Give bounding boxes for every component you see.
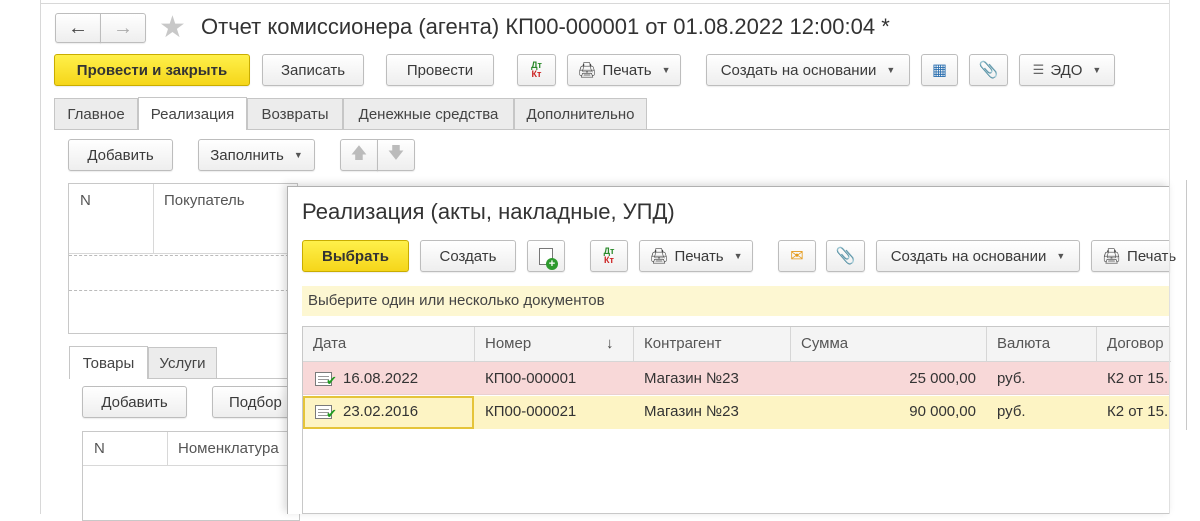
column-header-buyer[interactable]: Покупатель bbox=[164, 192, 245, 209]
dialog-title: Реализация (акты, накладные, УПД) bbox=[302, 199, 675, 224]
create-button[interactable]: Создать bbox=[420, 240, 516, 272]
attach-button[interactable]: 📎 bbox=[826, 240, 865, 272]
create-based-on-button[interactable]: Создать на основании ▼ bbox=[706, 54, 910, 86]
column-divider bbox=[633, 327, 634, 362]
arrow-down-icon: 🡇 bbox=[387, 144, 405, 162]
post-and-close-button[interactable]: Провести и закрыть bbox=[54, 54, 250, 86]
printer-icon: 🖨 bbox=[649, 248, 669, 265]
cell-counterparty: Магазин №23 bbox=[644, 403, 739, 420]
email-button[interactable]: ✉ bbox=[778, 240, 816, 272]
column-header-n[interactable]: N bbox=[80, 192, 91, 209]
print-button[interactable]: 🖨 Печать ▼ bbox=[639, 240, 753, 272]
column-divider bbox=[474, 327, 475, 362]
cell-contract: К2 от 15. bbox=[1107, 370, 1169, 387]
cell-number: КП00-000021 bbox=[485, 403, 577, 420]
chevron-down-icon: ▼ bbox=[293, 150, 303, 160]
sort-descending-icon[interactable]: ↓ bbox=[606, 335, 614, 352]
add-goods-button[interactable]: Добавить bbox=[82, 386, 187, 418]
column-divider bbox=[167, 432, 168, 466]
arrow-left-icon: ← bbox=[68, 16, 88, 39]
move-up-button[interactable]: 🡅 bbox=[340, 139, 378, 171]
cell-sum: 25 000,00 bbox=[909, 370, 976, 387]
print-button-2[interactable]: 🖨 Печать bbox=[1091, 240, 1176, 272]
cell-date: 16.08.2022 bbox=[343, 370, 419, 387]
add-button[interactable]: Добавить bbox=[68, 139, 173, 171]
printer-icon: 🖨 bbox=[577, 62, 597, 79]
fill-button[interactable]: Заполнить ▼ bbox=[198, 139, 315, 171]
dt-kt-icon: Дт Кт bbox=[531, 60, 542, 79]
structure-icon: ▦ bbox=[931, 62, 948, 79]
right-edge-line bbox=[1169, 0, 1170, 514]
window-left-border bbox=[40, 0, 41, 514]
chevron-down-icon: ▼ bbox=[886, 65, 896, 75]
checkmark-icon: ✔ bbox=[326, 373, 337, 388]
checkmark-icon: ✔ bbox=[326, 406, 337, 421]
column-divider bbox=[790, 327, 791, 362]
add-document-icon: + bbox=[539, 247, 558, 270]
realization-table: N Покупатель bbox=[68, 183, 299, 334]
tab-money[interactable]: Денежные средства bbox=[343, 98, 514, 129]
back-button[interactable]: ← bbox=[55, 13, 101, 43]
column-header-n[interactable]: N bbox=[94, 440, 105, 457]
chevron-down-icon: ▼ bbox=[1056, 251, 1066, 261]
save-button[interactable]: Записать bbox=[262, 54, 364, 86]
printer-icon: 🖨 bbox=[1102, 248, 1122, 265]
tab-main[interactable]: Главное bbox=[54, 98, 138, 129]
tab-realization[interactable]: Реализация bbox=[138, 97, 247, 130]
tab-additional[interactable]: Дополнительно bbox=[514, 98, 647, 129]
chevron-down-icon: ▼ bbox=[1092, 65, 1102, 75]
column-divider bbox=[153, 184, 154, 254]
goods-table: N Номенклатура bbox=[82, 431, 301, 521]
print-button[interactable]: 🖨 Печать ▼ bbox=[567, 54, 681, 86]
tab-goods[interactable]: Товары bbox=[69, 346, 148, 379]
plus-icon: + bbox=[546, 257, 558, 270]
dt-kt-button[interactable]: Дт Кт bbox=[590, 240, 628, 272]
cell-contract: К2 от 15. bbox=[1107, 403, 1169, 420]
dt-kt-button[interactable]: Дт Кт bbox=[517, 54, 556, 86]
column-divider bbox=[986, 327, 987, 362]
column-header-nomenclature[interactable]: Номенклатура bbox=[178, 440, 279, 457]
attach-button[interactable]: 📎 bbox=[969, 54, 1008, 86]
select-button[interactable]: Выбрать bbox=[302, 240, 409, 272]
arrow-up-icon: 🡅 bbox=[350, 144, 368, 162]
column-header-date[interactable]: Дата bbox=[313, 335, 346, 352]
create-based-on-button[interactable]: Создать на основании ▼ bbox=[876, 240, 1080, 272]
paperclip-icon: 📎 bbox=[978, 62, 999, 79]
move-down-button[interactable]: 🡇 bbox=[377, 139, 415, 171]
tab-returns[interactable]: Возвраты bbox=[247, 98, 343, 129]
hint-text: Выберите один или несколько документов bbox=[308, 292, 605, 309]
favorite-star-icon[interactable]: ★ bbox=[159, 13, 186, 43]
cell-currency: руб. bbox=[997, 370, 1026, 387]
edo-button[interactable]: ☰ ЭДО ▼ bbox=[1019, 54, 1115, 86]
edo-icon: ☰ bbox=[1032, 62, 1045, 77]
tab-services[interactable]: Услуги bbox=[148, 347, 217, 378]
arrow-right-icon: → bbox=[113, 16, 133, 39]
table-row[interactable]: ✔ 23.02.2016 КП00-000021 Магазин №23 90 … bbox=[303, 396, 1170, 429]
column-header-sum[interactable]: Сумма bbox=[801, 335, 848, 352]
cell-date: 23.02.2016 bbox=[343, 403, 419, 420]
column-header-counterparty[interactable]: Контрагент bbox=[644, 335, 722, 352]
window-top-border bbox=[40, 3, 1170, 4]
cell-currency: руб. bbox=[997, 403, 1026, 420]
cell-sum: 90 000,00 bbox=[909, 403, 976, 420]
post-button[interactable]: Провести bbox=[386, 54, 494, 86]
cell-number: КП00-000001 bbox=[485, 370, 577, 387]
forward-button[interactable]: → bbox=[100, 13, 146, 43]
add-copy-button[interactable]: + bbox=[527, 240, 565, 272]
chevron-down-icon: ▼ bbox=[661, 65, 671, 75]
column-header-currency[interactable]: Валюта bbox=[997, 335, 1050, 352]
chevron-down-icon: ▼ bbox=[733, 251, 743, 261]
empty-row[interactable] bbox=[69, 255, 299, 291]
window-title: Отчет комиссионера (агента) КП00-000001 … bbox=[201, 14, 890, 39]
column-header-contract[interactable]: Договор bbox=[1107, 335, 1170, 352]
envelope-icon: ✉ bbox=[790, 248, 804, 265]
structure-button[interactable]: ▦ bbox=[921, 54, 958, 86]
scrollbar-track[interactable] bbox=[1186, 180, 1194, 430]
column-header-number[interactable]: Номер bbox=[485, 335, 531, 352]
dt-kt-icon: Дт Кт bbox=[603, 246, 615, 265]
column-divider bbox=[1096, 327, 1097, 362]
table-row[interactable]: ✔ 16.08.2022 КП00-000001 Магазин №23 25 … bbox=[303, 362, 1170, 395]
paperclip-icon: 📎 bbox=[835, 248, 856, 265]
cell-counterparty: Магазин №23 bbox=[644, 370, 739, 387]
